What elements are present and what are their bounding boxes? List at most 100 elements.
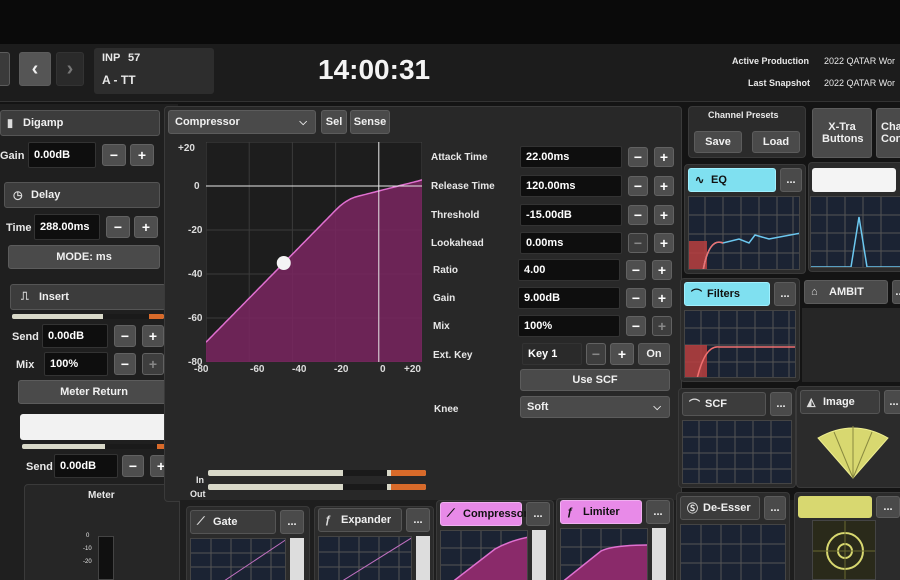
param-value-field[interactable]: 22.00ms <box>520 146 622 168</box>
filters-button[interactable]: ⌒ Filters <box>684 282 770 306</box>
param-value-field[interactable]: 120.00ms <box>520 175 622 197</box>
back-button[interactable]: ‹ <box>19 52 51 86</box>
extra-module-more-button[interactable]: ... <box>876 496 900 518</box>
deesser-more-button[interactable]: ... <box>764 496 786 520</box>
aux-send-decrement-button[interactable]: − <box>122 455 144 477</box>
scf-button[interactable]: ⌒ SCF <box>682 392 766 416</box>
time-increment-button[interactable]: + <box>134 216 158 238</box>
param-increment-button[interactable]: + <box>652 316 672 336</box>
compressor-module-thumbnail[interactable] <box>440 530 528 580</box>
param-decrement-button[interactable]: − <box>626 316 646 336</box>
aux-name-field[interactable] <box>20 414 172 440</box>
eq-thumbnail[interactable] <box>688 196 800 270</box>
param-label: Ratio <box>433 265 458 276</box>
param-decrement-button[interactable]: − <box>628 147 648 167</box>
ext-key-decrement-button[interactable]: − <box>586 343 606 365</box>
param-increment-button[interactable]: + <box>652 288 672 308</box>
gain-field[interactable]: 0.00dB <box>28 142 96 168</box>
gate-button[interactable]: ⟋ Gate <box>190 510 276 534</box>
limiter-more-button[interactable]: ... <box>646 500 670 524</box>
param-increment-button[interactable]: + <box>654 176 674 196</box>
scf-thumbnail[interactable] <box>682 420 792 484</box>
gate-more-button[interactable]: ... <box>280 510 304 534</box>
param-increment-button[interactable]: + <box>652 260 672 280</box>
insert-mix-increment-button[interactable]: + <box>142 353 164 375</box>
deesser-thumbnail[interactable] <box>680 524 786 580</box>
param-decrement-button[interactable]: − <box>628 205 648 225</box>
param-increment-button[interactable]: + <box>654 147 674 167</box>
param-decrement-button[interactable]: − <box>628 176 648 196</box>
insert-send-increment-button[interactable]: + <box>142 325 164 347</box>
insert-meter <box>12 314 164 319</box>
threshold-handle[interactable] <box>276 256 291 270</box>
eq-button[interactable]: ∿ EQ <box>688 168 776 192</box>
stereo-image-display[interactable] <box>806 418 900 482</box>
limiter-button[interactable]: ƒ Limiter <box>560 500 642 524</box>
expander-curve-icon: ƒ <box>325 514 332 526</box>
meter-return-button[interactable]: Meter Return <box>18 380 170 404</box>
deesser-button[interactable]: Ⓢ De-Esser <box>680 496 760 520</box>
ext-key-increment-button[interactable]: + <box>610 343 634 365</box>
param-value-field[interactable]: 0.00ms <box>520 232 622 254</box>
x-tra-name-field[interactable] <box>812 168 896 192</box>
gain-decrement-button[interactable]: − <box>102 144 126 166</box>
channel-control-button[interactable]: Cha Con <box>876 108 900 158</box>
limiter-curve-icon: ƒ <box>567 506 574 518</box>
param-increment-button[interactable]: + <box>654 233 674 253</box>
extra-module-button[interactable] <box>798 496 872 518</box>
meter-scale-2: -20 <box>83 559 92 565</box>
previous-channel-button[interactable] <box>0 52 10 86</box>
ambit-more-button[interactable]: ... <box>892 280 900 304</box>
x-tra-thumbnail[interactable] <box>810 196 900 268</box>
compressor-module-more-button[interactable]: ... <box>526 502 550 526</box>
scf-more-button[interactable]: ... <box>770 392 792 416</box>
dynamics-type-dropdown[interactable]: Compressor ⌵ <box>168 110 316 134</box>
filters-more-button[interactable]: ... <box>774 282 796 306</box>
knee-dropdown[interactable]: Soft ⌵ <box>520 396 670 418</box>
sense-button[interactable]: Sense <box>350 110 390 134</box>
param-increment-button[interactable]: + <box>654 205 674 225</box>
delay-mode-button[interactable]: MODE: ms <box>8 245 160 269</box>
image-more-button[interactable]: ... <box>884 390 900 414</box>
preset-load-button[interactable]: Load <box>752 131 800 153</box>
ext-key-field[interactable]: Key 1 <box>522 343 582 365</box>
in-label: In <box>196 475 204 485</box>
param-value-field[interactable]: 9.00dB <box>518 287 620 309</box>
extra-module-thumbnail[interactable] <box>812 520 876 580</box>
param-value-field[interactable]: 100% <box>518 315 620 337</box>
xtra-buttons-button[interactable]: X-Tra Buttons <box>812 108 872 158</box>
insert-send-decrement-button[interactable]: − <box>114 325 136 347</box>
preset-save-button[interactable]: Save <box>694 131 742 153</box>
use-scf-button[interactable]: Use SCF <box>520 369 670 391</box>
param-decrement-button[interactable]: − <box>626 288 646 308</box>
param-value-field[interactable]: -15.00dB <box>520 204 622 226</box>
insert-mix-field[interactable]: 100% <box>44 352 108 376</box>
delay-button[interactable]: ◷ Delay <box>4 182 160 208</box>
image-button[interactable]: ◭ Image <box>800 390 880 414</box>
insert-button[interactable]: ⎍ Insert <box>10 284 166 310</box>
forward-button[interactable]: › <box>56 52 84 86</box>
gate-thumbnail[interactable] <box>190 538 286 580</box>
insert-mix-decrement-button[interactable]: − <box>114 353 136 375</box>
time-field[interactable]: 288.00ms <box>34 214 100 240</box>
param-decrement-button[interactable]: − <box>628 233 648 253</box>
filters-thumbnail[interactable] <box>684 310 796 378</box>
time-decrement-button[interactable]: − <box>106 216 130 238</box>
eq-more-button[interactable]: ... <box>780 168 802 192</box>
compressor-transfer-graph[interactable] <box>206 142 422 362</box>
param-decrement-button[interactable]: − <box>626 260 646 280</box>
sel-button[interactable]: Sel <box>321 110 347 134</box>
ext-key-on-button[interactable]: On <box>638 343 670 365</box>
expander-more-button[interactable]: ... <box>406 508 430 532</box>
limiter-thumbnail[interactable] <box>560 528 648 580</box>
expander-thumbnail[interactable] <box>318 536 412 580</box>
insert-send-field[interactable]: 0.00dB <box>42 324 108 348</box>
compressor-module-button[interactable]: ⟋ Compressor <box>440 502 528 526</box>
gain-increment-button[interactable]: + <box>130 144 154 166</box>
ambit-button[interactable]: ⌂ AMBIT <box>804 280 888 304</box>
expander-button[interactable]: ƒ Expander <box>318 508 402 532</box>
knee-label: Knee <box>434 404 459 415</box>
digamp-button[interactable]: ▮ Digamp <box>0 110 160 136</box>
param-value-field[interactable]: 4.00 <box>518 259 620 281</box>
aux-send-field[interactable]: 0.00dB <box>54 454 118 478</box>
